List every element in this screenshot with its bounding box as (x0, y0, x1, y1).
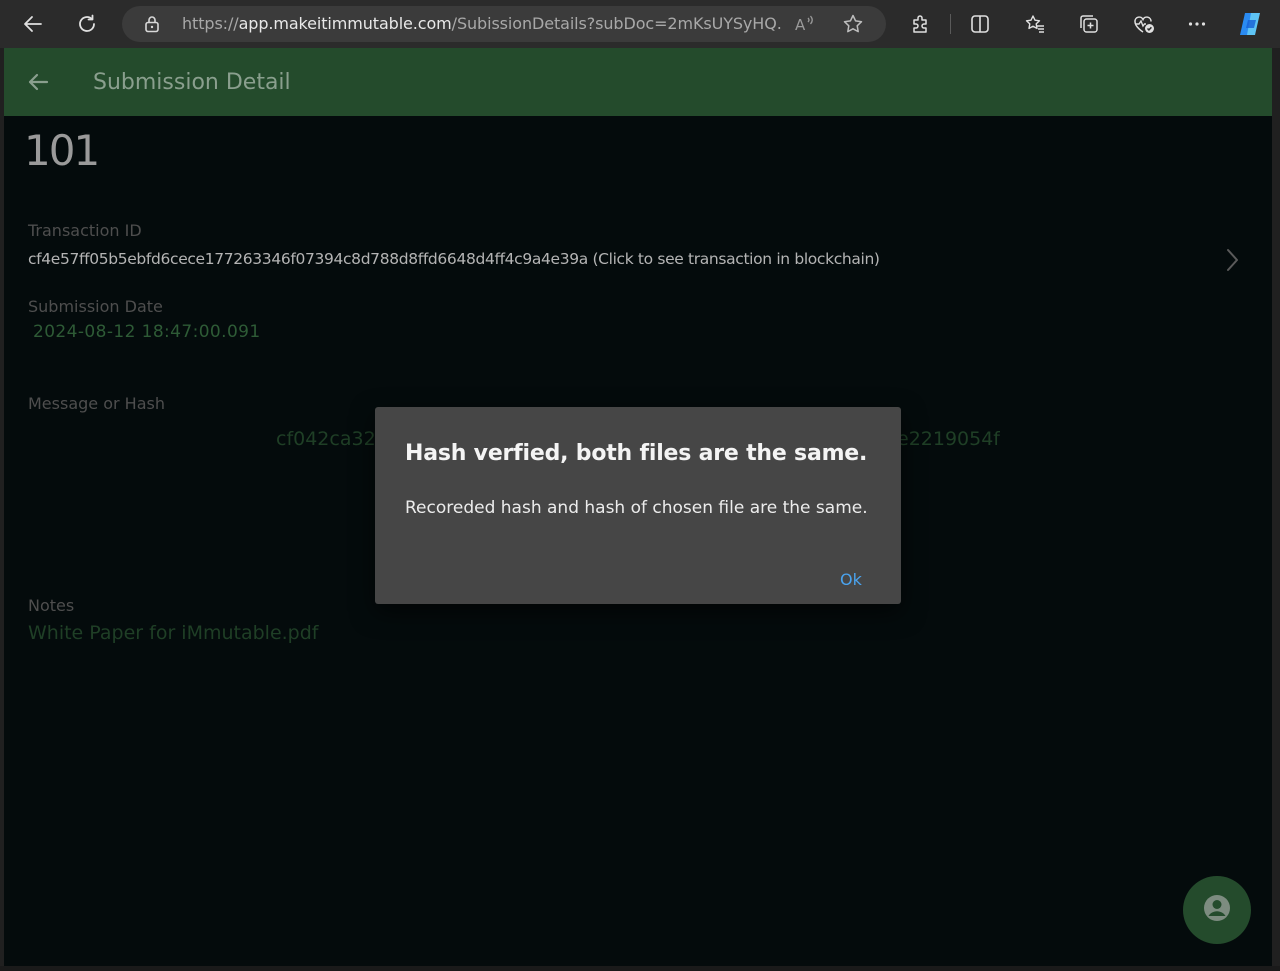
url-path: /SubissionDetails?subDoc=2mKsUYSyHQ... (451, 14, 782, 33)
url-host: app.makeitimmutable.com (238, 14, 452, 33)
browser-toolbar: https://app.makeitimmutable.com/Subissio… (0, 0, 1280, 48)
extensions-icon[interactable] (905, 8, 937, 40)
window-bottom-edge (0, 966, 1280, 971)
lock-icon[interactable] (144, 15, 160, 38)
copilot-icon[interactable] (1234, 8, 1266, 40)
more-options-icon[interactable] (1181, 8, 1213, 40)
star-icon[interactable] (842, 13, 864, 40)
favorites-icon[interactable] (1019, 8, 1051, 40)
collections-icon[interactable] (1073, 8, 1105, 40)
profile-fab[interactable] (1183, 876, 1251, 944)
url-scheme: https:// (182, 14, 239, 33)
read-aloud-icon[interactable]: A (794, 13, 816, 40)
refresh-icon[interactable] (71, 8, 103, 40)
browser-essentials-icon[interactable] (1128, 8, 1160, 40)
ok-button[interactable]: Ok (834, 566, 868, 593)
address-bar[interactable]: https://app.makeitimmutable.com/Subissio… (122, 6, 886, 42)
dialog-title: Hash verfied, both files are the same. (405, 441, 868, 466)
url-text[interactable]: https://app.makeitimmutable.com/Subissio… (182, 6, 782, 42)
account-circle-icon (1202, 893, 1232, 928)
hash-verified-dialog: Hash verfied, both files are the same. R… (375, 407, 901, 604)
browser-back-icon[interactable] (17, 8, 49, 40)
dialog-message: Recoreded hash and hash of chosen file a… (405, 498, 868, 518)
toolbar-divider (950, 14, 951, 34)
split-screen-icon[interactable] (964, 8, 996, 40)
svg-text:A: A (795, 16, 806, 34)
